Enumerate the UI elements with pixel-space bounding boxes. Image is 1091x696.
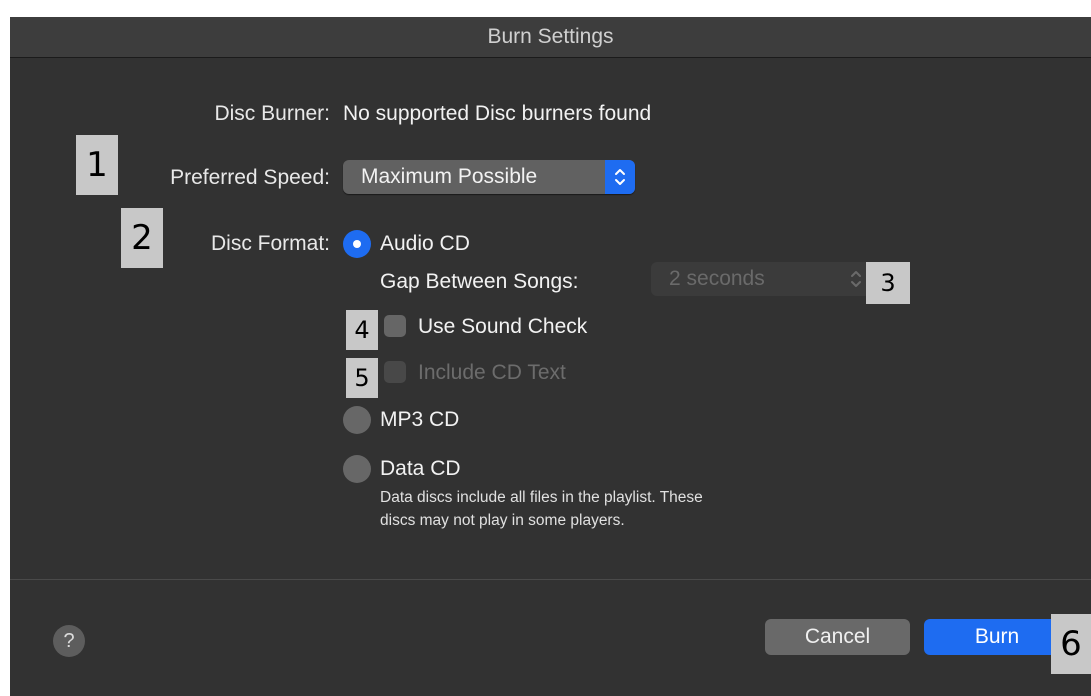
gap-between-songs-label: Gap Between Songs: (380, 270, 579, 293)
mp3-cd-label: MP3 CD (380, 408, 460, 431)
annotation-tag-4: 4 (346, 310, 378, 350)
use-sound-check-checkbox[interactable] (384, 315, 406, 337)
gap-between-songs-value: 2 seconds (669, 267, 765, 290)
data-cd-note-line2: discs may not play in some players. (380, 512, 625, 529)
data-cd-label: Data CD (380, 457, 461, 480)
mp3-cd-radio[interactable] (343, 406, 371, 434)
preferred-speed-label: Preferred Speed: (170, 166, 330, 189)
annotation-tag-5: 5 (346, 358, 378, 398)
disc-burner-label: Disc Burner: (214, 102, 330, 125)
dialog-title: Burn Settings (10, 17, 1091, 58)
cancel-button[interactable]: Cancel (765, 619, 910, 655)
burn-button[interactable]: Burn (924, 619, 1070, 655)
preferred-speed-popup[interactable]: Maximum Possible (343, 160, 635, 194)
data-cd-note-line1: Data discs include all files in the play… (380, 489, 703, 506)
include-cd-text-checkbox[interactable] (384, 361, 406, 383)
audio-cd-radio[interactable] (343, 230, 371, 258)
preferred-speed-value: Maximum Possible (361, 165, 538, 188)
footer-separator (10, 579, 1091, 580)
use-sound-check-label: Use Sound Check (418, 315, 588, 338)
burn-settings-dialog: Burn Settings Disc Burner: No supported … (10, 17, 1091, 696)
annotation-tag-6: 6 (1051, 614, 1091, 674)
annotation-tag-1: 1 (76, 135, 118, 195)
chevron-up-down-icon (605, 160, 635, 194)
gap-between-songs-popup[interactable]: 2 seconds (651, 262, 871, 296)
data-cd-radio[interactable] (343, 455, 371, 483)
annotation-tag-2: 2 (121, 208, 163, 268)
help-button[interactable]: ? (53, 625, 85, 657)
audio-cd-label: Audio CD (380, 232, 470, 255)
disc-burner-value: No supported Disc burners found (343, 102, 652, 125)
annotation-tag-3: 3 (866, 262, 910, 304)
include-cd-text-label: Include CD Text (418, 361, 566, 384)
